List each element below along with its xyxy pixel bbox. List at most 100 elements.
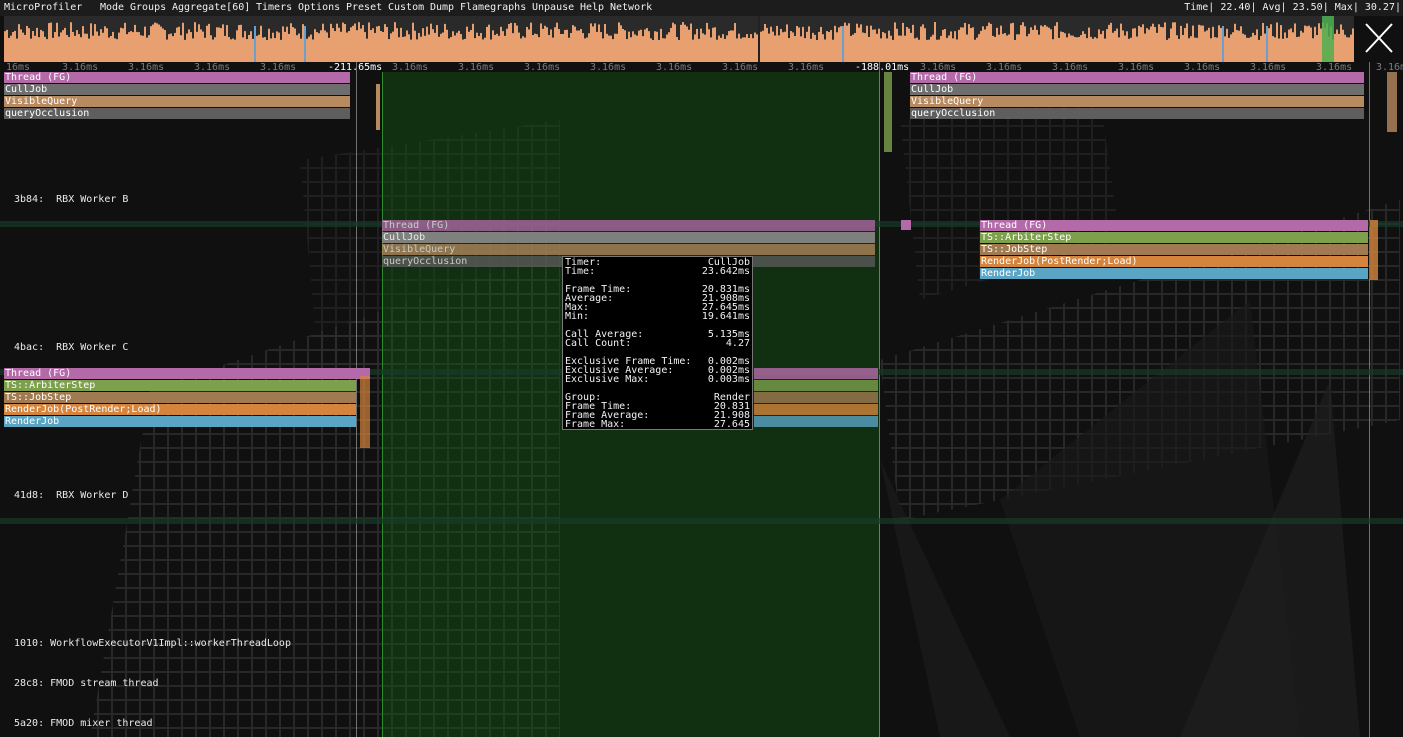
graph-bar xyxy=(618,22,620,62)
timer-bar-visible-query[interactable]: VisibleQuery xyxy=(4,96,350,107)
timer-sliver[interactable] xyxy=(376,84,380,130)
graph-bar xyxy=(738,33,740,62)
timer-bar-cull-job[interactable]: CullJob xyxy=(382,232,875,243)
menu-groups[interactable]: Groups xyxy=(130,2,166,13)
graph-bar xyxy=(732,30,734,62)
graph-bar xyxy=(96,31,98,62)
timer-sliver[interactable] xyxy=(901,220,911,230)
timer-bar-segment[interactable] xyxy=(754,392,878,403)
graph-bar xyxy=(1038,34,1040,62)
menu-preset[interactable]: Preset xyxy=(346,2,382,13)
graph-bar xyxy=(356,30,358,62)
graph-bar xyxy=(850,35,852,62)
graph-bar xyxy=(108,37,110,62)
frame-time-graph[interactable] xyxy=(4,16,1354,62)
timer-bar-visible-query[interactable]: VisibleQuery xyxy=(910,96,1364,107)
menu-flamegraphs[interactable]: Flamegraphs xyxy=(460,2,526,13)
timer-bar-thread-fg[interactable]: Thread (FG) xyxy=(4,72,350,83)
timer-bar-thread-fg[interactable]: Thread (FG) xyxy=(980,220,1368,231)
thread-label-fmod-mixer[interactable]: 5a20: FMOD mixer thread xyxy=(14,718,153,729)
menu-custom[interactable]: Custom xyxy=(388,2,424,13)
graph-bar xyxy=(502,31,504,62)
graph-bar xyxy=(666,34,668,62)
timer-bar-query-occlusion[interactable]: queryOcclusion xyxy=(4,108,350,119)
menu-mode[interactable]: Mode xyxy=(100,2,124,13)
graph-bar xyxy=(630,37,632,62)
graph-bar xyxy=(1192,25,1194,62)
graph-bar xyxy=(746,34,748,62)
graph-bar xyxy=(636,35,638,62)
menu-timers[interactable]: Timers xyxy=(256,2,292,13)
graph-bar xyxy=(910,32,912,62)
tooltip-time: 23.642ms xyxy=(701,266,750,277)
timer-sliver[interactable] xyxy=(1387,72,1397,132)
timer-bar-cull-job[interactable]: CullJob xyxy=(4,84,350,95)
graph-bar xyxy=(996,27,998,62)
menu-dump[interactable]: Dump xyxy=(430,2,454,13)
graph-selected-frame[interactable] xyxy=(1322,16,1334,62)
menu-unpause[interactable]: Unpause xyxy=(532,2,574,13)
graph-bar xyxy=(1282,38,1284,62)
timer-bar-query-occlusion[interactable]: queryOcclusion xyxy=(910,108,1364,119)
thread-label-fmod-stream[interactable]: 28c8: FMOD stream thread xyxy=(14,678,159,689)
graph-bar xyxy=(656,31,658,62)
thread-label-workflow-executor[interactable]: 1010: WorkflowExecutorV1Impl::workerThre… xyxy=(14,638,291,649)
graph-bar xyxy=(942,29,944,62)
timer-bar-segment[interactable] xyxy=(754,368,878,379)
timer-bar-segment[interactable] xyxy=(754,404,878,415)
thread-name: WorkflowExecutorV1Impl::workerThreadLoop xyxy=(50,638,291,649)
tooltip-excl-max: 0.003ms xyxy=(707,374,750,385)
graph-bar xyxy=(106,28,108,62)
timer-bar-render-job-post[interactable]: RenderJob(PostRender;Load) xyxy=(4,404,356,415)
graph-bar xyxy=(1350,34,1352,62)
timer-bar-cull-job[interactable]: CullJob xyxy=(910,84,1364,95)
timer-bar-job-step[interactable]: TS::JobStep xyxy=(980,244,1368,255)
graph-bar xyxy=(606,33,608,62)
timer-bar-thread-fg[interactable]: Thread (FG) xyxy=(910,72,1364,83)
graph-bar xyxy=(960,27,962,62)
graph-bar xyxy=(68,36,70,62)
graph-bar xyxy=(44,36,46,62)
graph-bar xyxy=(936,39,938,62)
graph-bar xyxy=(562,33,564,62)
timer-bar-arbiter-step[interactable]: TS::ArbiterStep xyxy=(4,380,356,391)
menu-network[interactable]: Network xyxy=(610,2,652,13)
timer-bar-job-step[interactable]: TS::JobStep xyxy=(4,392,356,403)
timer-sliver[interactable] xyxy=(1370,220,1378,280)
thread-id: 41d8: xyxy=(14,490,45,501)
thread-label-worker-d[interactable]: 41d8: RBX Worker D xyxy=(14,490,128,501)
stat-avg: Avg| 23.50| xyxy=(1262,2,1329,13)
graph-bar xyxy=(628,31,630,62)
timer-sliver[interactable] xyxy=(360,376,370,448)
graph-bar xyxy=(596,31,598,62)
timer-bar-render-job[interactable]: RenderJob xyxy=(4,416,356,427)
timer-bar-arbiter-step[interactable]: TS::ArbiterStep xyxy=(980,232,1368,243)
graph-bar xyxy=(872,29,874,62)
graph-bar xyxy=(706,22,708,62)
timer-bar-visible-query[interactable]: VisibleQuery xyxy=(382,244,875,255)
graph-bar xyxy=(742,37,744,62)
menu-help[interactable]: Help xyxy=(580,2,604,13)
graph-bar xyxy=(1054,25,1056,62)
graph-bar xyxy=(286,26,288,62)
timer-bar-segment[interactable] xyxy=(754,380,878,391)
timer-bar-render-job[interactable]: RenderJob xyxy=(980,268,1368,279)
timer-bar-segment[interactable] xyxy=(754,416,878,427)
thread-label-worker-c[interactable]: 4bac: RBX Worker C xyxy=(14,342,128,353)
graph-bar xyxy=(650,38,652,62)
menu-aggregate[interactable]: Aggregate[60] xyxy=(172,2,250,13)
timer-bar-thread-fg[interactable]: Thread (FG) xyxy=(382,220,875,231)
close-x-icon[interactable] xyxy=(1358,16,1400,60)
graph-bar xyxy=(1114,30,1116,62)
graph-bar xyxy=(568,37,570,62)
graph-bar xyxy=(1262,22,1264,62)
graph-bar xyxy=(574,26,576,62)
thread-label-worker-b[interactable]: 3b84: RBX Worker B xyxy=(14,194,128,205)
timer-bar-thread-fg[interactable]: Thread (FG) xyxy=(4,368,370,379)
graph-bar xyxy=(314,29,316,62)
graph-bar xyxy=(1020,25,1022,62)
menu-options[interactable]: Options xyxy=(298,2,340,13)
timer-bar-render-job-post[interactable]: RenderJob(PostRender;Load) xyxy=(980,256,1368,267)
graph-bar xyxy=(1112,32,1114,62)
timer-sliver[interactable] xyxy=(884,72,892,152)
